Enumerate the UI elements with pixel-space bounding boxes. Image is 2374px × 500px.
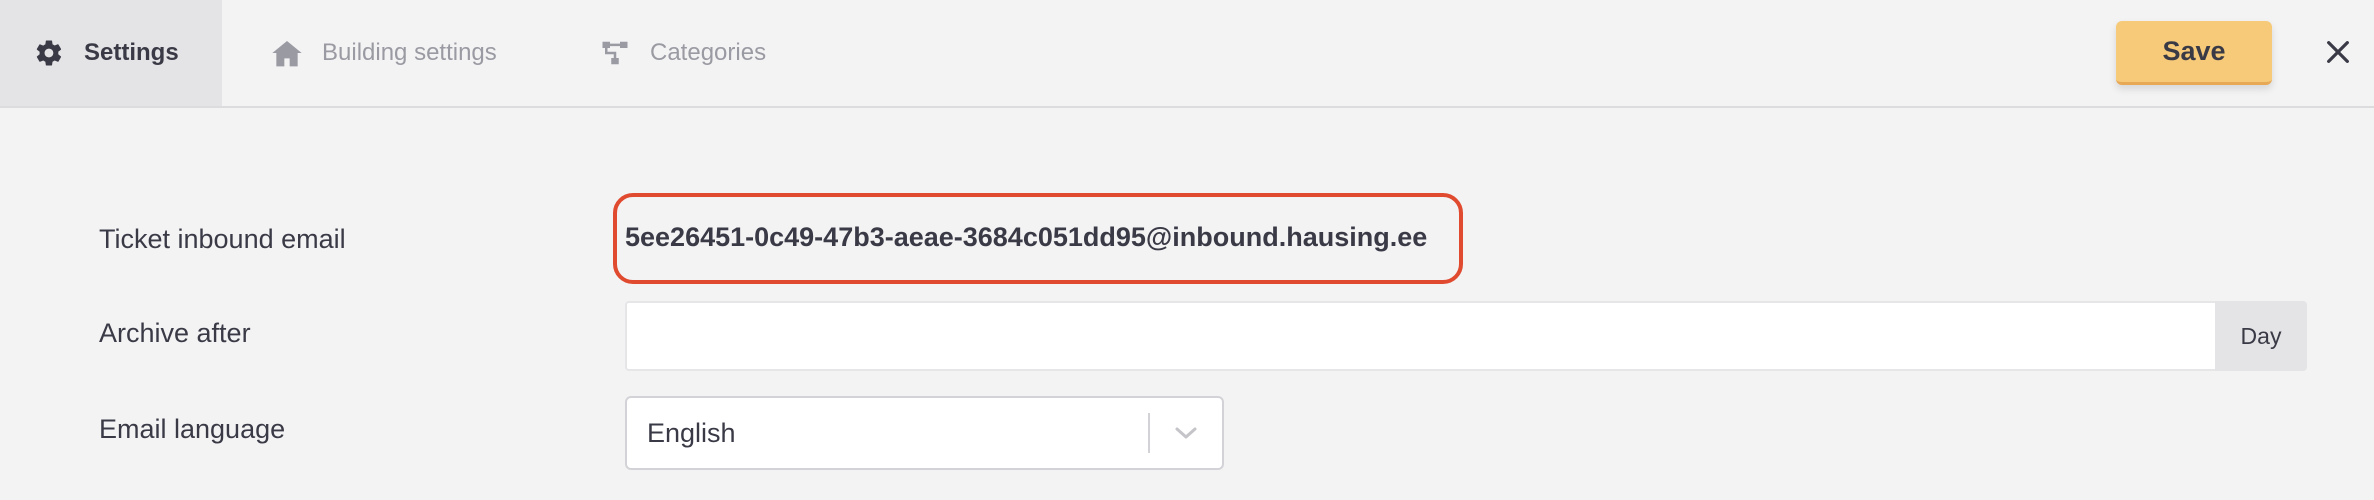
email-language-label: Email language xyxy=(99,414,286,444)
archive-after-field: Day xyxy=(625,301,2307,371)
tab-categories[interactable]: Categories xyxy=(598,0,766,106)
archive-after-label: Archive after xyxy=(99,318,251,348)
settings-header: Settings Building settings Categories Sa… xyxy=(0,0,2374,108)
tab-settings-label: Settings xyxy=(84,39,179,66)
archive-after-input[interactable] xyxy=(625,301,2215,371)
inbound-email-value: 5ee26451-0c49-47b3-aeae-3684c051dd95@inb… xyxy=(625,222,1428,252)
inbound-email-label: Ticket inbound email xyxy=(99,224,346,254)
email-language-value: English xyxy=(647,417,736,448)
home-icon xyxy=(270,36,304,70)
tab-building-settings-label: Building settings xyxy=(322,39,497,66)
hierarchy-icon xyxy=(598,36,632,70)
archive-unit-label: Day xyxy=(2215,301,2307,371)
tab-categories-label: Categories xyxy=(650,39,767,66)
save-button[interactable]: Save xyxy=(2116,21,2272,85)
chevron-down-icon[interactable] xyxy=(1150,398,1222,468)
tab-settings[interactable]: Settings xyxy=(0,0,222,106)
gear-icon xyxy=(32,36,66,70)
tab-building-settings[interactable]: Building settings xyxy=(270,0,497,106)
email-language-select[interactable]: English xyxy=(625,396,1224,470)
close-icon[interactable] xyxy=(2322,36,2354,68)
